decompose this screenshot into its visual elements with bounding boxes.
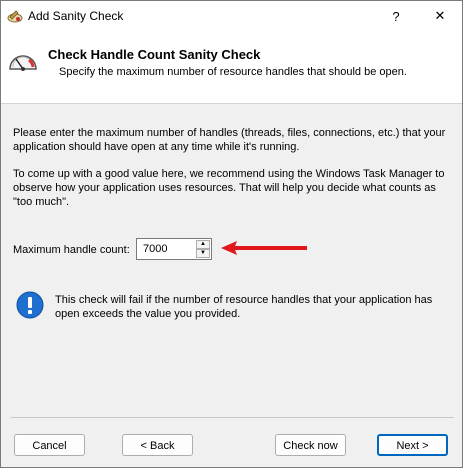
max-handle-count-input[interactable]: [137, 239, 193, 259]
chevron-up-icon: ▲: [200, 241, 206, 247]
page-subtitle: Specify the maximum number of resource h…: [59, 66, 407, 78]
help-button[interactable]: ?: [376, 1, 416, 31]
app-icon: [7, 10, 23, 23]
max-handle-count-label: Maximum handle count:: [13, 244, 130, 256]
check-now-button[interactable]: Check now: [275, 434, 346, 456]
page-title: Check Handle Count Sanity Check: [48, 47, 261, 62]
recommendation-paragraph: To come up with a good value here, we re…: [13, 168, 445, 208]
window-title: Add Sanity Check: [28, 9, 124, 23]
annotation-arrow-icon: [221, 241, 307, 255]
wizard-header: Check Handle Count Sanity Check Specify …: [1, 31, 462, 104]
back-button[interactable]: < Back: [122, 434, 193, 456]
instructions-paragraph: Please enter the maximum number of handl…: [13, 127, 446, 153]
close-button[interactable]: ✕: [420, 1, 460, 31]
gauge-icon: [9, 55, 37, 71]
info-icon: [16, 291, 44, 319]
max-handle-count-stepper[interactable]: ▲ ▼: [136, 238, 212, 260]
dialog-window: Add Sanity Check ? ✕ Check Handle Count …: [0, 0, 463, 468]
next-button[interactable]: Next >: [377, 434, 448, 456]
cancel-button[interactable]: Cancel: [14, 434, 85, 456]
spin-down-button[interactable]: ▼: [196, 249, 210, 258]
help-icon: ?: [392, 8, 400, 24]
chevron-down-icon: ▼: [200, 250, 206, 256]
spin-up-button[interactable]: ▲: [196, 240, 210, 249]
title-bar: Add Sanity Check ? ✕: [1, 1, 462, 31]
info-message: This check will fail if the number of re…: [55, 294, 433, 320]
footer-divider: [11, 417, 454, 418]
close-icon: ✕: [434, 8, 446, 23]
